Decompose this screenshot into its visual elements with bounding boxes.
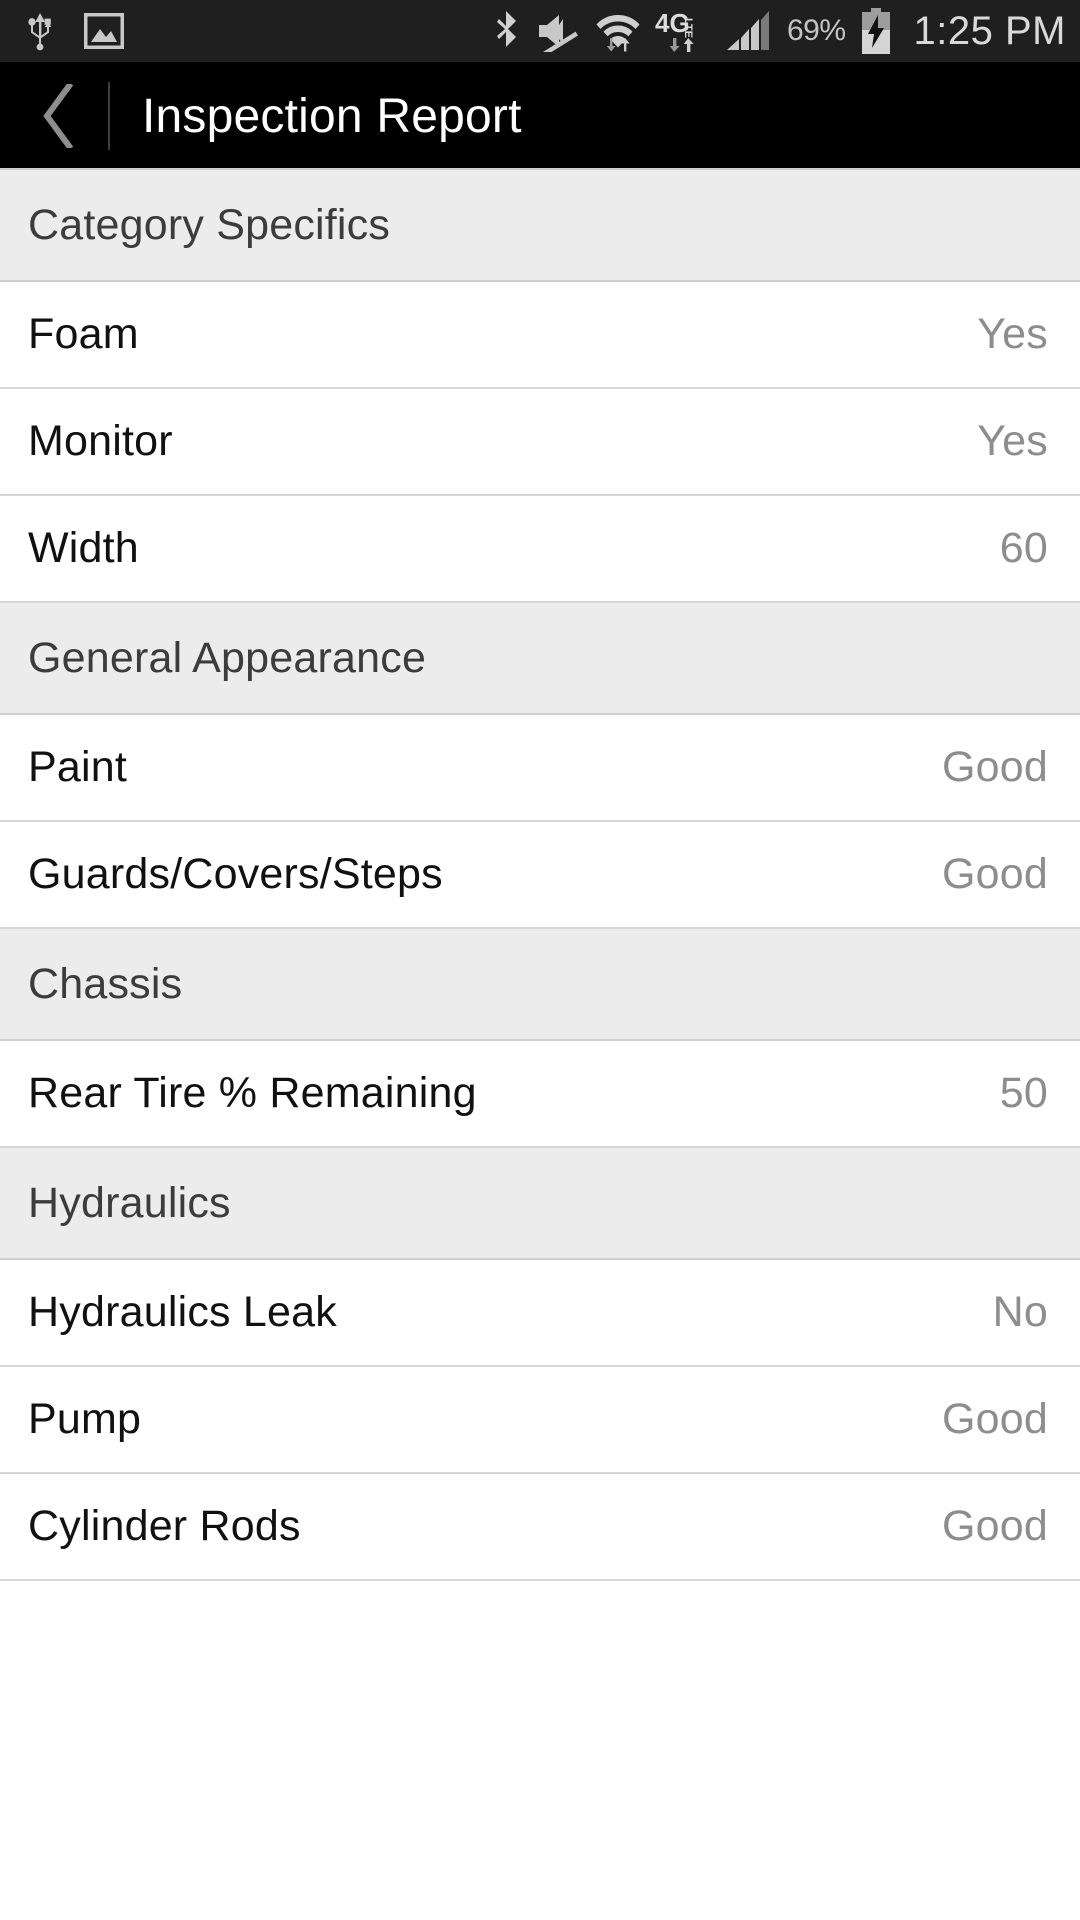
row-value: 50 — [999, 1069, 1048, 1117]
usb-icon — [26, 11, 54, 51]
table-row[interactable]: Guards/Covers/Steps Good — [0, 822, 1080, 929]
table-row[interactable]: Foam Yes — [0, 282, 1080, 389]
section-header: Category Specifics — [0, 168, 1080, 282]
table-row[interactable]: Cylinder Rods Good — [0, 1474, 1080, 1581]
row-label: Foam — [28, 310, 139, 358]
wifi-icon — [595, 9, 641, 53]
section-header-label: Hydraulics — [28, 1178, 231, 1227]
row-value: Good — [942, 850, 1048, 898]
table-row[interactable]: Hydraulics Leak No — [0, 1260, 1080, 1367]
section-header-label: Category Specifics — [28, 200, 391, 249]
section-header: Chassis — [0, 927, 1080, 1041]
clock-label: 1:25 PM — [913, 8, 1066, 53]
row-value: No — [992, 1288, 1048, 1336]
row-value: Good — [942, 743, 1048, 791]
row-label: Monitor — [28, 417, 173, 465]
table-row[interactable]: Monitor Yes — [0, 389, 1080, 496]
back-chevron-icon[interactable] — [36, 83, 80, 149]
row-value: Yes — [977, 417, 1048, 465]
section-header-label: General Appearance — [28, 633, 427, 682]
row-label: Pump — [28, 1395, 142, 1443]
section-header: General Appearance — [0, 601, 1080, 715]
status-bar-left-icons — [26, 11, 124, 51]
battery-percent-label: 69% — [786, 14, 846, 47]
inspection-report-list: Category Specifics Foam Yes Monitor Yes Width… — [0, 168, 1080, 1581]
row-label: Cylinder Rods — [28, 1502, 301, 1550]
svg-text:LTE: LTE — [682, 18, 694, 38]
cellular-signal-icon — [725, 9, 773, 53]
action-bar: Inspection Report — [0, 62, 1080, 170]
row-label: Width — [28, 524, 139, 572]
bluetooth-icon — [493, 9, 521, 53]
row-value: Good — [942, 1502, 1048, 1550]
action-bar-divider — [108, 82, 110, 150]
volume-muted-icon — [535, 10, 581, 52]
status-bar: 4G LTE 69% 1:25 PM — [0, 0, 1080, 62]
page-title: Inspection Report — [142, 89, 522, 143]
row-label: Paint — [28, 743, 128, 791]
section-header: Hydraulics — [0, 1146, 1080, 1260]
battery-charging-icon — [860, 8, 892, 54]
network-4g-lte-icon: 4G LTE — [655, 8, 711, 54]
table-row[interactable]: Rear Tire % Remaining 50 — [0, 1041, 1080, 1148]
section-header-label: Chassis — [28, 959, 183, 1008]
row-label: Guards/Covers/Steps — [28, 850, 443, 898]
table-row[interactable]: Width 60 — [0, 496, 1080, 603]
status-bar-right-icons: 4G LTE 69% 1:25 PM — [493, 8, 1066, 54]
screenshot-image-icon — [84, 13, 124, 49]
table-row[interactable]: Paint Good — [0, 715, 1080, 822]
row-label: Hydraulics Leak — [28, 1288, 337, 1336]
row-value: Yes — [977, 310, 1048, 358]
table-row[interactable]: Pump Good — [0, 1367, 1080, 1474]
row-label: Rear Tire % Remaining — [28, 1069, 477, 1117]
row-value: Good — [942, 1395, 1048, 1443]
row-value: 60 — [999, 524, 1048, 572]
